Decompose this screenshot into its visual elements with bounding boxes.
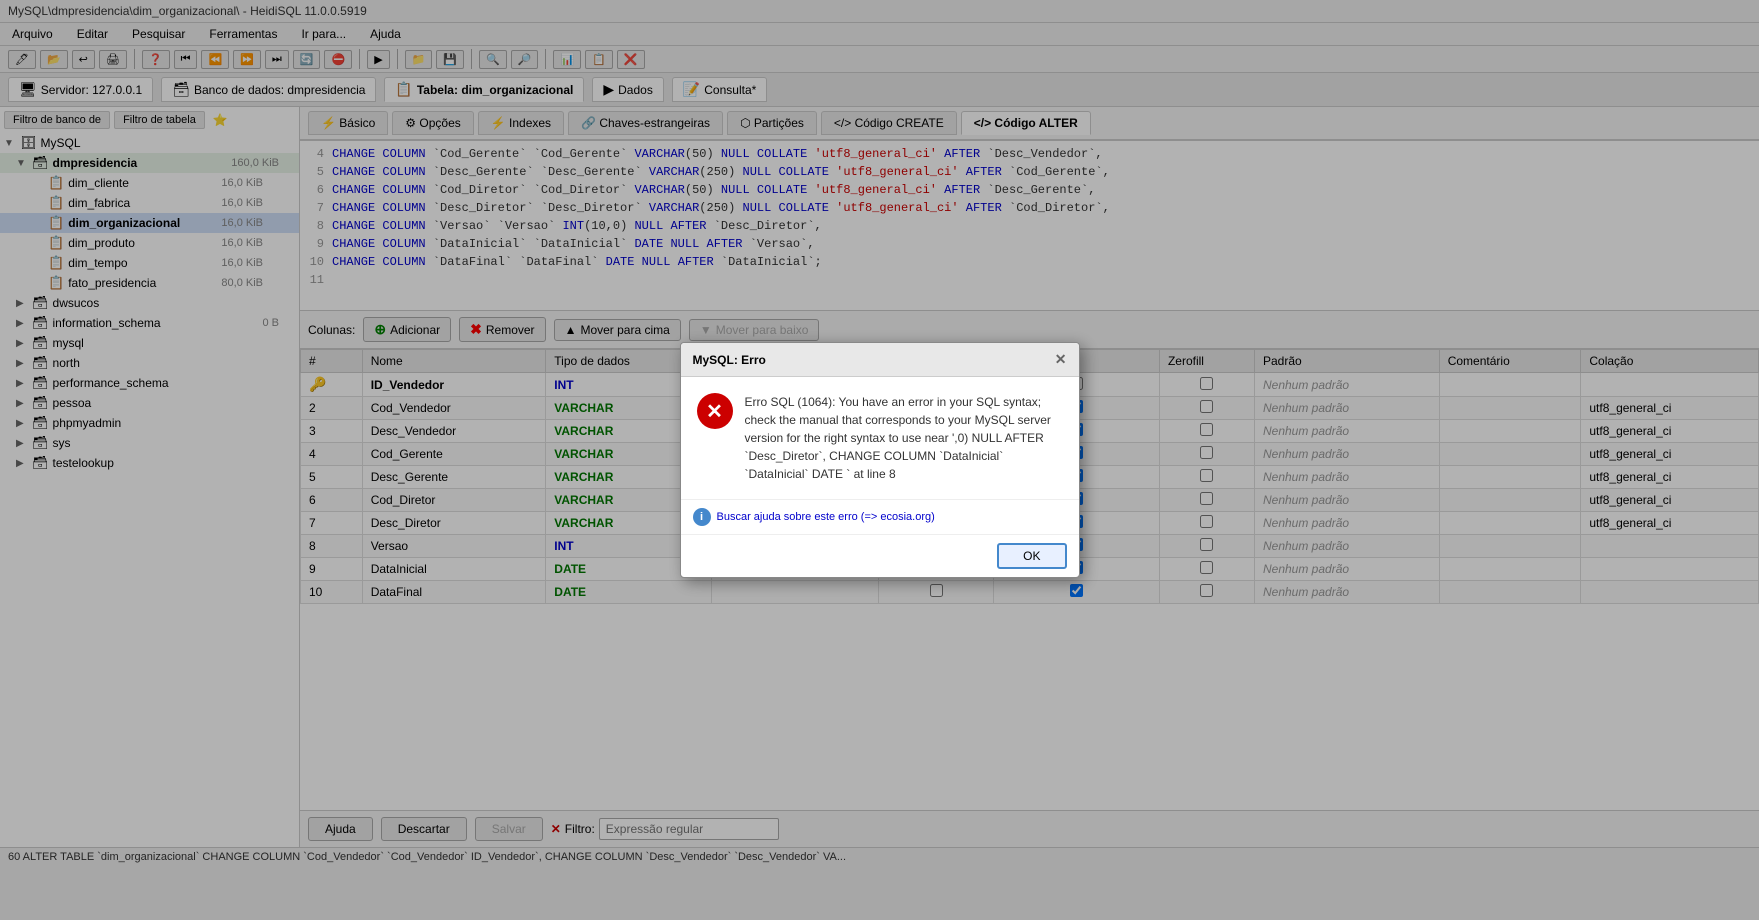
- error-icon: ✕: [697, 393, 733, 429]
- modal-body: ✕ Erro SQL (1064): You have an error in …: [681, 377, 1079, 499]
- modal-help-link[interactable]: i Buscar ajuda sobre este erro (=> ecosi…: [681, 499, 1079, 534]
- info-icon: i: [693, 508, 711, 526]
- modal-ok-btn[interactable]: OK: [997, 543, 1066, 569]
- modal-footer: OK: [681, 534, 1079, 577]
- help-link-text: Buscar ajuda sobre este erro (=> ecosia.…: [717, 511, 935, 523]
- error-dialog: MySQL: Erro ✕ ✕ Erro SQL (1064): You hav…: [680, 342, 1080, 578]
- modal-title-bar: MySQL: Erro ✕: [681, 343, 1079, 377]
- modal-overlay[interactable]: MySQL: Erro ✕ ✕ Erro SQL (1064): You hav…: [0, 0, 1759, 920]
- modal-close-btn[interactable]: ✕: [1055, 351, 1067, 368]
- modal-message-text: Erro SQL (1064): You have an error in yo…: [745, 393, 1063, 483]
- modal-title-text: MySQL: Erro: [693, 353, 766, 367]
